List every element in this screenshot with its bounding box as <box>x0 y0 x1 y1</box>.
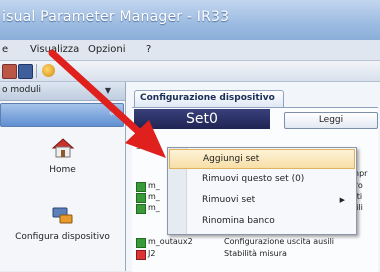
left-pane: o moduli ▼ « Home Configura dispositivo <box>0 82 126 271</box>
menu-item-remove-this-set[interactable]: Rimuovi questo set (0) <box>169 170 355 190</box>
read-button[interactable]: Leggi <box>284 112 378 129</box>
row-description: Configurazione uscita ausili <box>224 237 335 246</box>
set-name: Set0 <box>186 111 218 127</box>
read-button-label: Leggi <box>318 115 344 125</box>
row-code: m_ <box>148 181 160 190</box>
menu-item-label: Rimuovi questo set (0) <box>202 174 305 184</box>
wizard-icon[interactable] <box>42 64 55 77</box>
row-code: m_ <box>148 192 160 201</box>
nav-home[interactable]: Home <box>0 137 125 187</box>
menu-item-rename-bank[interactable]: Rinomina banco <box>169 212 355 232</box>
nav-configure-device[interactable]: Configura dispositivo <box>0 204 125 254</box>
collapse-chevron-icon[interactable]: « <box>109 108 115 119</box>
modules-header-label: o moduli <box>2 85 42 95</box>
parameter-icon <box>136 204 146 214</box>
tab-device-configuration[interactable]: Configurazione dispositivo <box>134 90 284 107</box>
row-code: m_ <box>148 203 160 212</box>
nav-configure-device-label: Configura dispositivo <box>15 232 110 242</box>
menu-item-label: Rinomina banco <box>202 216 275 226</box>
parameter-icon <box>136 182 146 192</box>
toolbar <box>0 61 380 82</box>
module-group-bar[interactable]: « <box>0 103 124 127</box>
parameter-icon <box>136 238 146 248</box>
table-row[interactable]: J2 Stabilità misura <box>134 249 380 260</box>
dropdown-arrow-icon[interactable]: ▼ <box>105 86 111 95</box>
submenu-arrow-icon: ▶ <box>339 196 345 204</box>
menu-item-remove-set[interactable]: Rimuovi set ▶ <box>169 191 355 211</box>
open-icon[interactable] <box>2 64 17 79</box>
menu-item-label: Rimuovi set <box>202 195 256 205</box>
menu-item-add-set[interactable]: Aggiungi set <box>169 149 355 169</box>
table-row[interactable]: m_outaux2 Configurazione uscita ausili <box>134 237 380 248</box>
configure-device-icon <box>52 207 72 224</box>
tab-device-configuration-label: Configurazione dispositivo <box>140 93 275 103</box>
save-icon[interactable] <box>18 64 33 79</box>
toolbar-separator <box>36 64 37 78</box>
set-selector[interactable]: Set0 <box>134 109 270 129</box>
nav-home-label: Home <box>49 165 76 175</box>
modules-header[interactable]: o moduli ▼ <box>0 82 125 101</box>
menu-options[interactable]: Opzioni <box>88 44 125 55</box>
context-menu: Aggiungi set Rimuovi questo set (0) Rimu… <box>167 147 357 235</box>
menu-help[interactable]: ? <box>146 44 151 55</box>
row-description: Stabilità misura <box>224 249 287 258</box>
parameter-icon <box>136 193 146 203</box>
row-code: J2 <box>148 249 156 258</box>
menu-file[interactable]: e <box>2 44 8 55</box>
home-icon <box>51 138 74 158</box>
menu-bar: e Visualizza Opzioni ? <box>0 40 380 61</box>
set-label: Set <box>136 142 150 151</box>
parameter-icon <box>136 250 146 260</box>
title-bar: isual Parameter Manager - IR33 <box>0 0 380 40</box>
window-title: isual Parameter Manager - IR33 <box>2 9 230 25</box>
row-code: m_outaux2 <box>148 237 193 246</box>
menu-item-label: Aggiungi set <box>203 154 260 164</box>
menu-view[interactable]: Visualizza <box>30 44 79 55</box>
